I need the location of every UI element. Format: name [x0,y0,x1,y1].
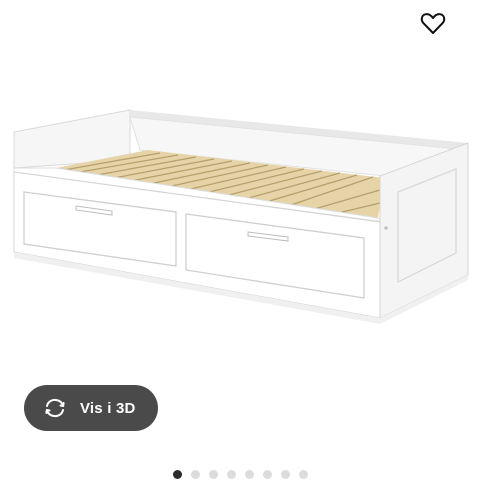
rotate-3d-icon [45,398,65,418]
carousel-dot[interactable] [244,469,254,479]
carousel-dot[interactable] [280,469,290,479]
view-in-3d-button[interactable]: Vis i 3D [24,385,158,431]
heart-outline-icon [420,13,446,34]
carousel-dot[interactable] [262,469,272,479]
carousel-dot[interactable] [172,469,182,479]
carousel-dots [0,467,480,481]
carousel-dot[interactable] [298,469,308,479]
carousel-dot[interactable] [208,469,218,479]
product-image [13,109,469,324]
view-in-3d-label: Vis i 3D [80,399,136,417]
favorite-button[interactable] [418,8,448,38]
carousel-dot[interactable] [190,469,200,479]
carousel-dot[interactable] [226,469,236,479]
